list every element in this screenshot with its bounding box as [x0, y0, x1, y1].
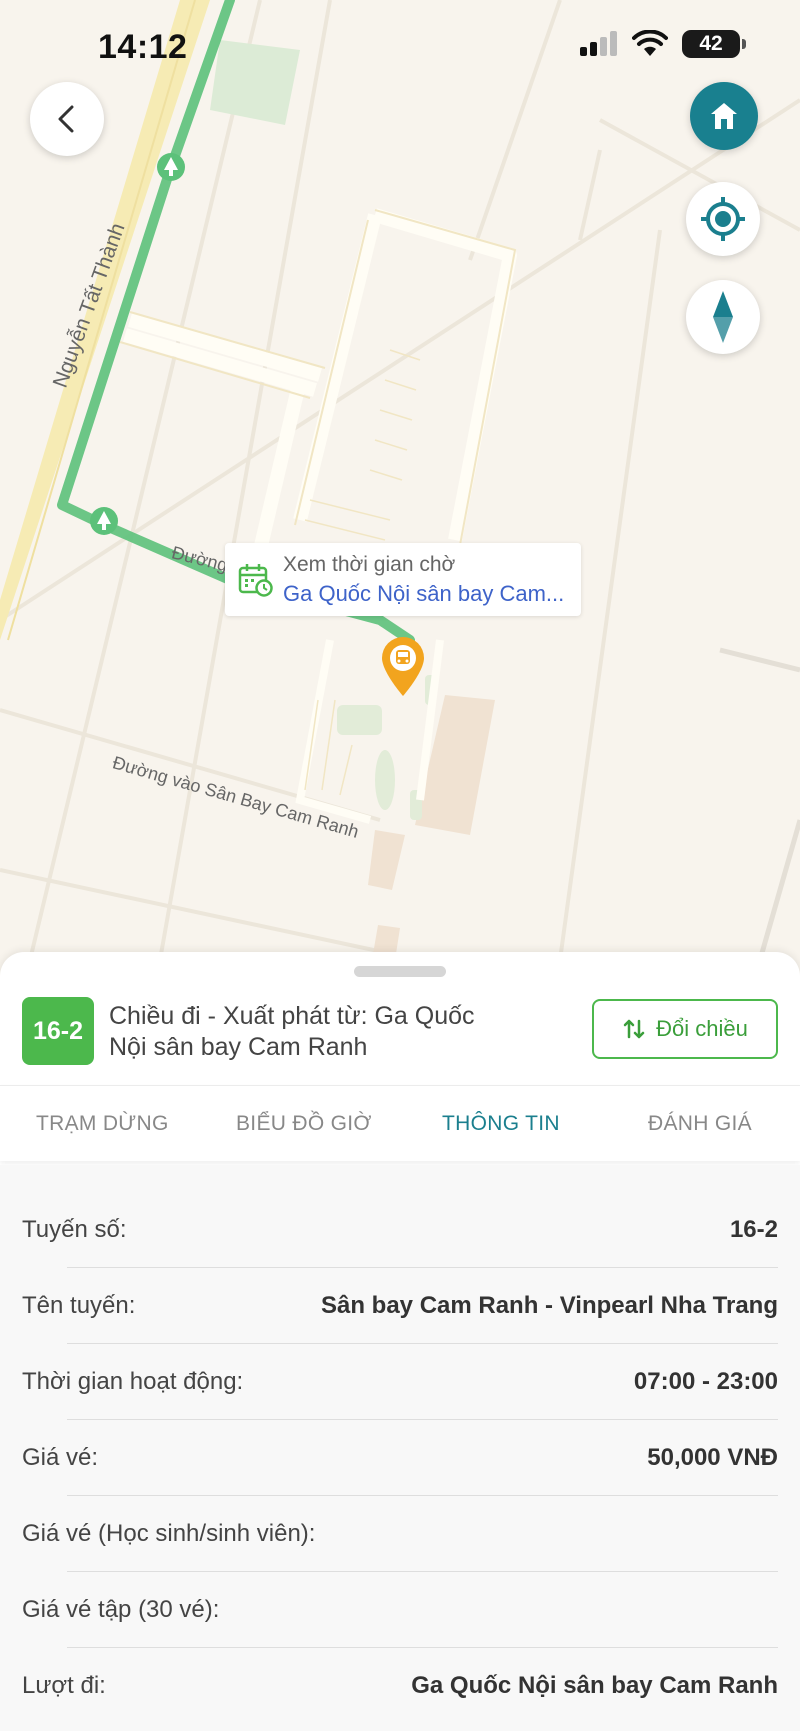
info-label: Tên tuyến:	[22, 1292, 136, 1319]
compass-icon	[713, 291, 733, 343]
info-row-student-fare: Giá vé (Học sinh/sinh viên):	[0, 1496, 800, 1572]
stop-callout[interactable]: Xem thời gian chờ Ga Quốc Nội sân bay Ca…	[225, 543, 581, 616]
info-value: 50,000 VNĐ	[647, 1444, 778, 1471]
info-value: 07:00 - 23:00	[633, 1368, 778, 1395]
home-button[interactable]	[690, 82, 758, 150]
bus-stop-pin-icon[interactable]	[380, 636, 426, 698]
callout-stop-name[interactable]: Ga Quốc Nội sân bay Cam...	[283, 581, 564, 607]
info-row-outbound: Lượt đi: Ga Quốc Nội sân bay Cam Ranh	[0, 1648, 800, 1724]
info-row-fare: Giá vé: 50,000 VNĐ	[0, 1420, 800, 1496]
battery-icon: 42	[682, 30, 746, 58]
route-info-list: Tuyến số: 16-2 Tên tuyến: Sân bay Cam Ra…	[0, 1165, 800, 1731]
info-row-route-name: Tên tuyến: Sân bay Cam Ranh - Vinpearl N…	[0, 1268, 800, 1344]
map-view[interactable]: Nguyễn Tất Thành Đường Đường vào Sân Bay…	[0, 0, 800, 960]
route-tabs: TRẠM DỪNG BIỂU ĐỒ GIỜ THÔNG TIN ĐÁNH GIÁ	[0, 1085, 800, 1161]
signal-icon	[580, 31, 617, 56]
tab-thong-tin[interactable]: THÔNG TIN	[442, 1086, 560, 1162]
route-number-badge: 16-2	[22, 997, 94, 1065]
crosshair-icon	[701, 197, 745, 241]
calendar-clock-icon	[238, 563, 273, 597]
tab-tram-dung[interactable]: TRẠM DỪNG	[36, 1086, 169, 1162]
info-value: Ga Quốc Nội sân bay Cam Ranh	[411, 1672, 778, 1699]
route-bottom-sheet[interactable]: 16-2 Chiều đi - Xuất phát từ: Ga Quốc Nộ…	[0, 952, 800, 1731]
chevron-left-icon	[58, 105, 74, 133]
info-label: Giá vé tập (30 vé):	[22, 1596, 220, 1623]
info-label: Thời gian hoạt động:	[22, 1368, 244, 1395]
map-canvas	[0, 0, 800, 960]
info-label: Giá vé:	[22, 1444, 99, 1471]
status-bar: 14:12 42	[0, 0, 800, 95]
route-header: 16-2 Chiều đi - Xuất phát từ: Ga Quốc Nộ…	[22, 997, 782, 1069]
info-row-monthly-pass: Giá vé tập (30 vé):	[0, 1572, 800, 1648]
info-label: Lượt đi:	[22, 1672, 106, 1699]
sheet-drag-handle[interactable]	[354, 966, 446, 977]
callout-title: Xem thời gian chờ	[283, 552, 456, 576]
route-direction-text: Chiều đi - Xuất phát từ: Ga Quốc Nội sân…	[109, 1002, 475, 1061]
swap-direction-label: Đổi chiều	[656, 1016, 748, 1041]
info-value: 16-2	[729, 1216, 778, 1243]
tab-danh-gia[interactable]: ĐÁNH GIÁ	[648, 1086, 752, 1162]
info-label: Giá vé (Học sinh/sinh viên):	[22, 1520, 316, 1547]
swap-vertical-icon	[623, 1019, 645, 1039]
info-row-route-number: Tuyến số: 16-2	[0, 1192, 800, 1268]
info-label: Tuyến số:	[22, 1216, 127, 1243]
tab-bieu-do-gio[interactable]: BIỂU ĐỒ GIỜ	[236, 1086, 372, 1162]
compass-button[interactable]	[686, 280, 760, 354]
locate-me-button[interactable]	[686, 182, 760, 256]
wifi-icon	[632, 30, 668, 56]
back-button[interactable]	[30, 82, 104, 156]
home-icon	[711, 103, 737, 129]
swap-direction-button[interactable]: Đổi chiều	[592, 999, 778, 1059]
info-row-operating-hours: Thời gian hoạt động: 07:00 - 23:00	[0, 1344, 800, 1420]
status-time: 14:12	[98, 28, 188, 66]
info-value: Sân bay Cam Ranh - Vinpearl Nha Trang	[320, 1292, 778, 1319]
